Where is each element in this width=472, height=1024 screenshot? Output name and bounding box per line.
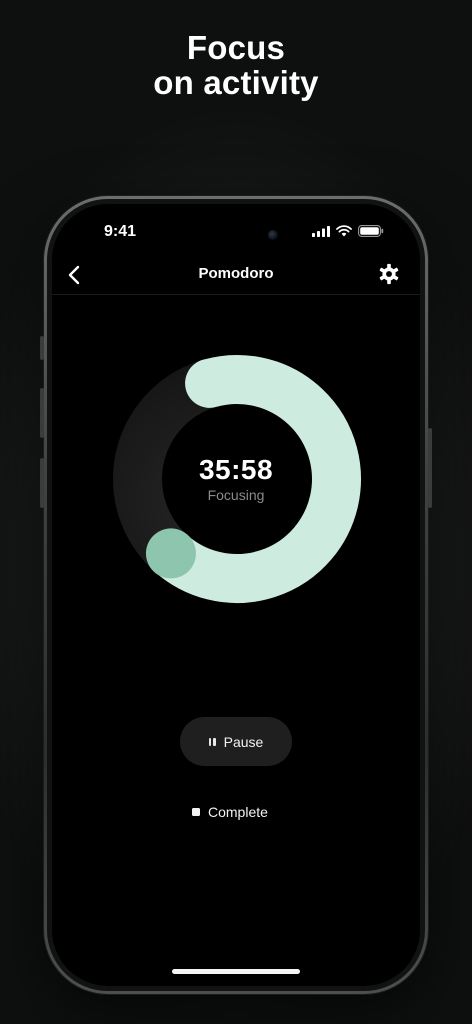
phone-silent-switch [40, 336, 44, 360]
timer-state: Focusing [207, 487, 265, 503]
headline-line-2: on activity [153, 64, 319, 101]
complete-label: Complete [208, 804, 268, 820]
status-time: 9:41 [104, 223, 137, 240]
nav-title: Pomodoro [198, 265, 274, 282]
status-icons [312, 225, 384, 237]
timer-time: 35:58 [198, 454, 274, 485]
gear-icon[interactable] [378, 263, 400, 285]
headline-line-1: Focus [186, 29, 286, 66]
pause-label: Pause [223, 733, 264, 750]
headline: Focus on activity [0, 30, 472, 100]
battery-icon [358, 225, 384, 237]
phone-volume-down [40, 458, 44, 508]
phone-screen: 9:41 Pomodoro 35:58 Focusing Pause Compl… [52, 204, 420, 986]
timer-progress-knob[interactable] [145, 528, 196, 579]
complete-button[interactable]: Complete [192, 802, 282, 822]
wifi-icon [336, 225, 352, 237]
home-indicator[interactable] [172, 969, 300, 974]
pause-button[interactable]: Pause [180, 717, 292, 766]
navigation-bar: Pomodoro [52, 254, 420, 295]
phone-power-button [428, 428, 432, 508]
stop-icon [192, 808, 200, 816]
cellular-signal-icon [312, 225, 330, 237]
front-camera [268, 230, 278, 240]
pause-icon [208, 737, 216, 746]
phone-volume-up [40, 388, 44, 438]
